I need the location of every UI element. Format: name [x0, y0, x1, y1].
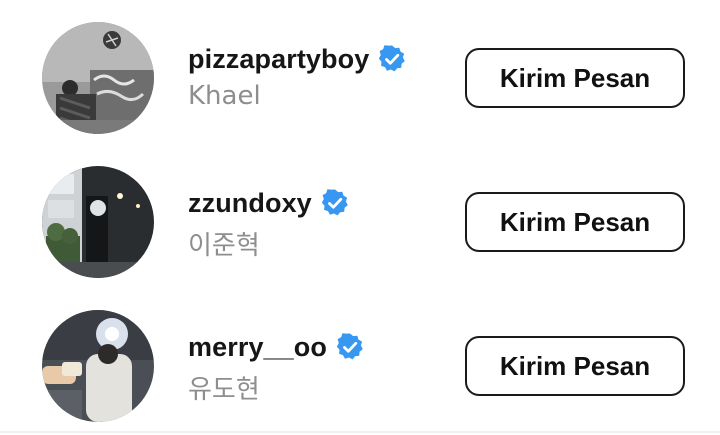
username[interactable]: pizzapartyboy	[188, 44, 369, 75]
full-name: 이준혁	[188, 231, 260, 261]
avatar[interactable]	[42, 22, 154, 134]
avatar[interactable]	[42, 310, 154, 422]
username[interactable]: merry__oo	[188, 332, 327, 363]
avatar-photo-icon	[42, 22, 154, 134]
send-message-button[interactable]: Kirim Pesan	[465, 336, 685, 396]
full-name: 유도현	[188, 375, 260, 405]
avatar-photo-icon	[42, 166, 154, 278]
list-item: zzundoxy 이준혁 Kirim Pesan	[0, 151, 720, 291]
list-item: pizzapartyboy Khael Kirim Pesan	[0, 7, 720, 147]
username-line: merry__oo	[188, 331, 365, 363]
full-name: Khael	[188, 81, 261, 111]
send-message-button[interactable]: Kirim Pesan	[465, 48, 685, 108]
verified-badge-icon	[336, 333, 363, 360]
username-line: zzundoxy	[188, 187, 350, 219]
user-list: pizzapartyboy Khael Kirim Pesan zzundoxy…	[0, 0, 720, 433]
username-line: pizzapartyboy	[188, 43, 407, 75]
avatar[interactable]	[42, 166, 154, 278]
verified-badge-icon	[379, 45, 406, 72]
verified-badge-icon	[321, 189, 348, 216]
send-message-button[interactable]: Kirim Pesan	[465, 192, 685, 252]
username[interactable]: zzundoxy	[188, 188, 312, 219]
list-item: merry__oo 유도현 Kirim Pesan	[0, 295, 720, 435]
avatar-photo-icon	[42, 310, 154, 422]
